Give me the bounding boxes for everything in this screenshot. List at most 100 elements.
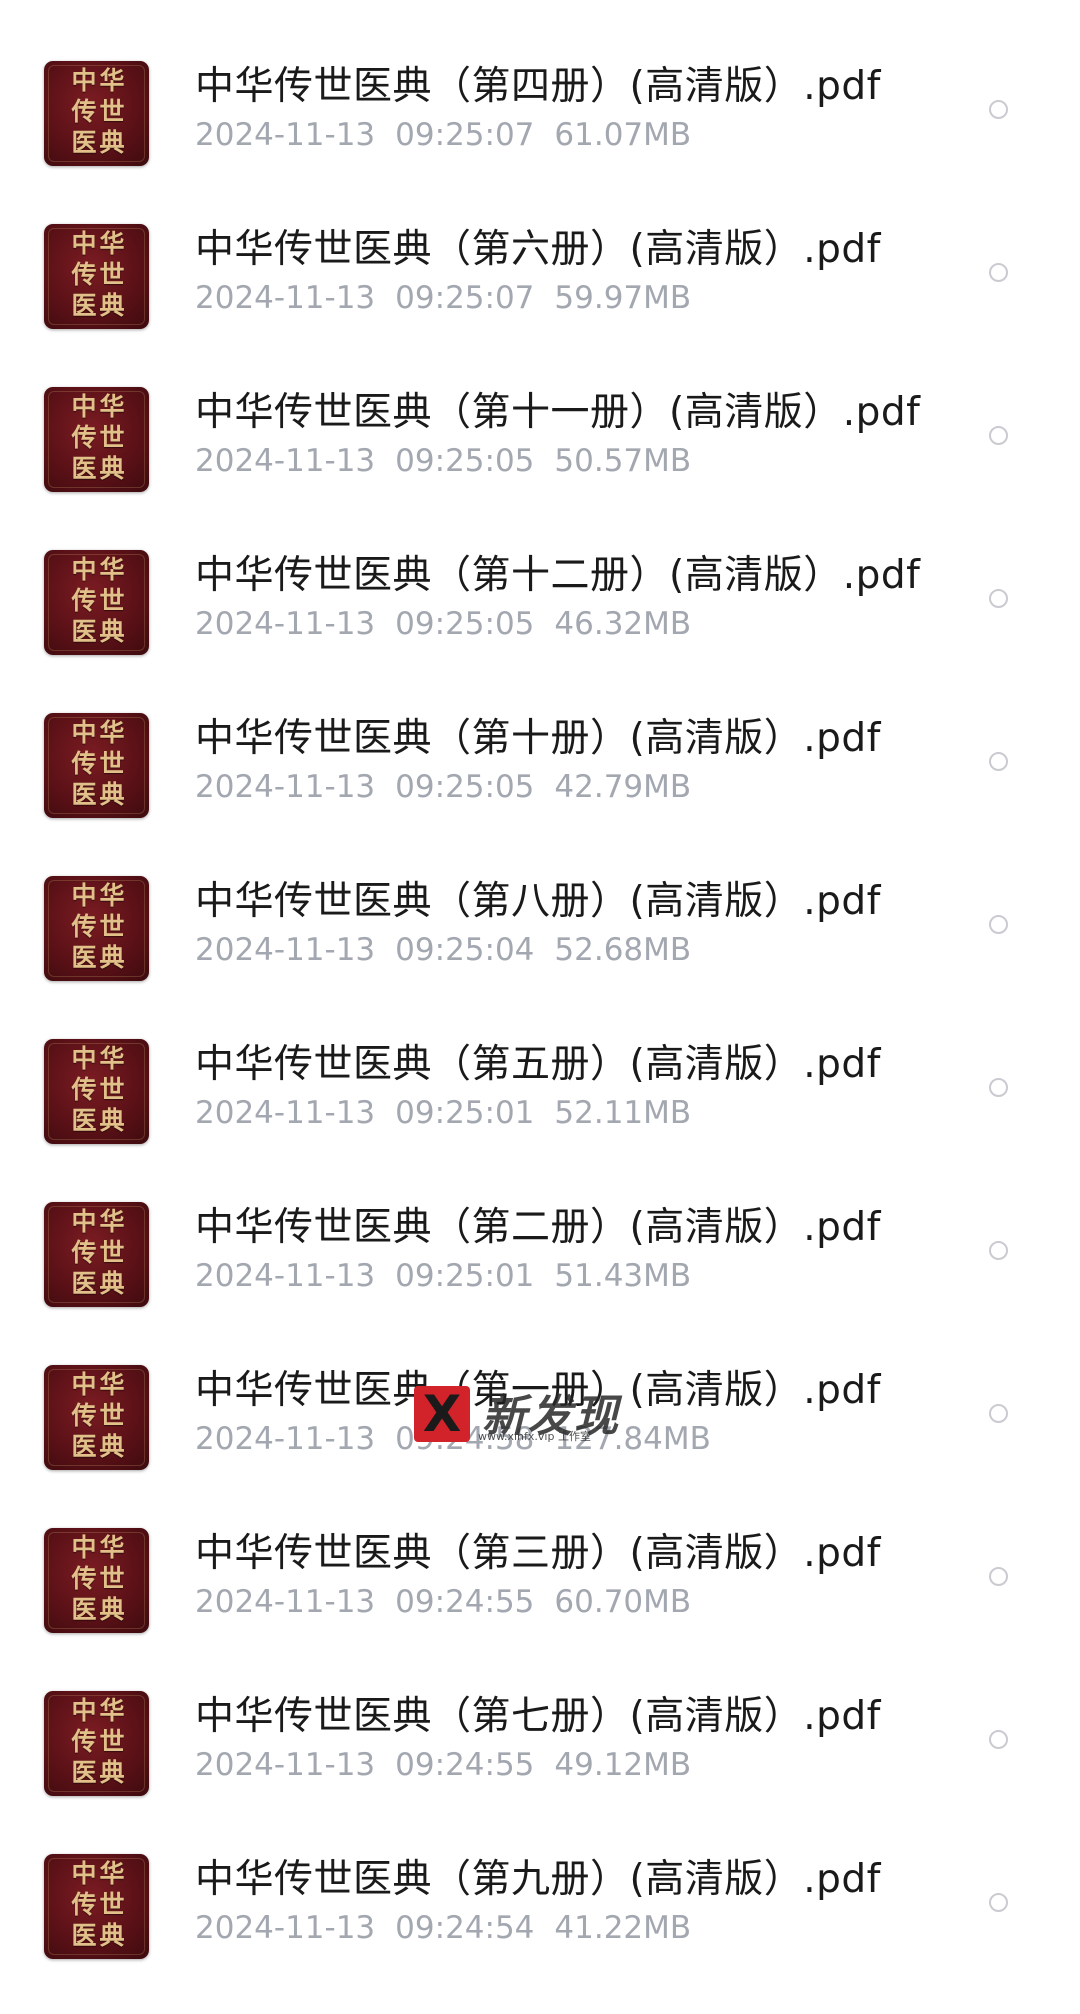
select-radio[interactable] — [989, 263, 1008, 282]
cover-glyph: 华 — [99, 1696, 125, 1725]
cover-glyph: 华 — [99, 1044, 125, 1073]
cover-glyph: 传 — [71, 1564, 97, 1593]
cover-glyph: 中 — [71, 229, 97, 258]
file-size: 61.07MB — [554, 117, 692, 153]
cover-glyph: 传 — [71, 1401, 97, 1430]
file-name: 中华传世医典（第八册）(高清版）.pdf — [195, 879, 881, 924]
file-meta: 2024-11-13 09:24:55 60.70MB — [195, 1582, 691, 1622]
select-radio[interactable] — [989, 426, 1008, 445]
cover-glyph: 华 — [99, 229, 125, 258]
file-row[interactable]: 中 华 传 世 医 典 中华传世医典（第九册）(高清版）.pdf 2024-11… — [0, 1851, 1080, 2014]
cover-glyph: 传 — [71, 1238, 97, 1267]
file-row[interactable]: 中 华 传 世 医 典 中华传世医典（第六册）(高清版）.pdf 2024-11… — [0, 221, 1080, 384]
file-meta: 2024-11-13 09:25:07 61.07MB — [195, 115, 691, 155]
file-size: 127.84MB — [554, 1421, 711, 1457]
cover-glyph: 华 — [99, 1207, 125, 1236]
file-date: 2024-11-13 — [195, 1421, 376, 1457]
file-meta: 2024-11-13 09:25:04 52.68MB — [195, 930, 691, 970]
cover-glyph: 医 — [71, 943, 97, 972]
file-date: 2024-11-13 — [195, 1258, 376, 1294]
file-name: 中华传世医典（第七册）(高清版）.pdf — [195, 1694, 881, 1739]
cover-glyph: 华 — [99, 555, 125, 584]
file-name: 中华传世医典（第四册）(高清版）.pdf — [195, 64, 881, 109]
file-row[interactable]: 中 华 传 世 医 典 中华传世医典（第十册）(高清版）.pdf 2024-11… — [0, 710, 1080, 873]
cover-glyph: 中 — [71, 1533, 97, 1562]
cover-glyph: 传 — [71, 260, 97, 289]
file-row[interactable]: 中 华 传 世 医 典 中华传世医典（第二册）(高清版）.pdf 2024-11… — [0, 1199, 1080, 1362]
book-cover-thumbnail: 中 华 传 世 医 典 — [44, 550, 149, 655]
select-radio[interactable] — [989, 1241, 1008, 1260]
select-radio[interactable] — [989, 589, 1008, 608]
book-cover-thumbnail: 中 华 传 世 医 典 — [44, 876, 149, 981]
book-cover-thumbnail: 中 华 传 世 医 典 — [44, 61, 149, 166]
book-cover-thumbnail: 中 华 传 世 医 典 — [44, 713, 149, 818]
file-meta: 2024-11-13 09:24:55 49.12MB — [195, 1745, 691, 1785]
select-radio[interactable] — [989, 1730, 1008, 1749]
file-size: 49.12MB — [554, 1747, 692, 1783]
file-size: 51.43MB — [554, 1258, 692, 1294]
file-time: 09:24:58 — [395, 1421, 535, 1457]
file-meta: 2024-11-13 09:24:58 127.84MB — [195, 1419, 711, 1459]
cover-glyph: 传 — [71, 1890, 97, 1919]
select-radio[interactable] — [989, 1567, 1008, 1586]
select-radio[interactable] — [989, 1893, 1008, 1912]
cover-glyph: 世 — [99, 1238, 125, 1267]
select-radio[interactable] — [989, 100, 1008, 119]
file-time: 09:25:07 — [395, 117, 535, 153]
cover-glyph: 医 — [71, 291, 97, 320]
file-time: 09:24:54 — [395, 1910, 535, 1946]
file-name: 中华传世医典（第三册）(高清版）.pdf — [195, 1531, 881, 1576]
cover-glyph: 华 — [99, 881, 125, 910]
book-cover-thumbnail: 中 华 传 世 医 典 — [44, 387, 149, 492]
cover-glyph: 中 — [71, 718, 97, 747]
cover-glyph: 世 — [99, 749, 125, 778]
cover-glyph: 华 — [99, 1370, 125, 1399]
file-row[interactable]: 中 华 传 世 医 典 中华传世医典（第七册）(高清版）.pdf 2024-11… — [0, 1688, 1080, 1851]
file-date: 2024-11-13 — [195, 443, 376, 479]
file-meta: 2024-11-13 09:25:05 42.79MB — [195, 767, 691, 807]
file-row[interactable]: 中 华 传 世 医 典 中华传世医典（第八册）(高清版）.pdf 2024-11… — [0, 873, 1080, 1036]
book-cover-thumbnail: 中 华 传 世 医 典 — [44, 1365, 149, 1470]
select-radio[interactable] — [989, 1078, 1008, 1097]
file-size: 52.11MB — [554, 1095, 692, 1131]
file-name: 中华传世医典（第五册）(高清版）.pdf — [195, 1042, 881, 1087]
file-row[interactable]: 中 华 传 世 医 典 中华传世医典（第一册）(高清版）.pdf 2024-11… — [0, 1362, 1080, 1525]
book-cover-thumbnail: 中 华 传 世 医 典 — [44, 1039, 149, 1144]
file-size: 41.22MB — [554, 1910, 692, 1946]
cover-glyph: 医 — [71, 1106, 97, 1135]
file-name: 中华传世医典（第十册）(高清版）.pdf — [195, 716, 881, 761]
cover-glyph: 典 — [99, 617, 125, 646]
file-date: 2024-11-13 — [195, 1910, 376, 1946]
cover-glyph: 中 — [71, 1044, 97, 1073]
file-date: 2024-11-13 — [195, 280, 376, 316]
file-meta: 2024-11-13 09:25:07 59.97MB — [195, 278, 691, 318]
file-row[interactable]: 中 华 传 世 医 典 中华传世医典（第十二册）(高清版）.pdf 2024-1… — [0, 547, 1080, 710]
file-date: 2024-11-13 — [195, 1095, 376, 1131]
file-row[interactable]: 中 华 传 世 医 典 中华传世医典（第三册）(高清版）.pdf 2024-11… — [0, 1525, 1080, 1688]
select-radio[interactable] — [989, 1404, 1008, 1423]
cover-glyph: 世 — [99, 260, 125, 289]
cover-glyph: 传 — [71, 1727, 97, 1756]
file-time: 09:24:55 — [395, 1747, 535, 1783]
cover-glyph: 世 — [99, 1890, 125, 1919]
cover-glyph: 传 — [71, 749, 97, 778]
book-cover-thumbnail: 中 华 传 世 医 典 — [44, 1528, 149, 1633]
book-cover-thumbnail: 中 华 传 世 医 典 — [44, 224, 149, 329]
file-row[interactable]: 中 华 传 世 医 典 中华传世医典（第十一册）(高清版）.pdf 2024-1… — [0, 384, 1080, 547]
file-name: 中华传世医典（第十一册）(高清版）.pdf — [195, 390, 921, 435]
file-time: 09:25:01 — [395, 1258, 535, 1294]
select-radio[interactable] — [989, 915, 1008, 934]
cover-glyph: 医 — [71, 617, 97, 646]
select-radio[interactable] — [989, 752, 1008, 771]
cover-glyph: 典 — [99, 454, 125, 483]
file-size: 52.68MB — [554, 932, 692, 968]
file-date: 2024-11-13 — [195, 606, 376, 642]
file-time: 09:25:01 — [395, 1095, 535, 1131]
cover-glyph: 世 — [99, 586, 125, 615]
file-name: 中华传世医典（第一册）(高清版）.pdf — [195, 1368, 881, 1413]
file-time: 09:25:04 — [395, 932, 535, 968]
file-date: 2024-11-13 — [195, 117, 376, 153]
file-row[interactable]: 中 华 传 世 医 典 中华传世医典（第五册）(高清版）.pdf 2024-11… — [0, 1036, 1080, 1199]
file-row[interactable]: 中 华 传 世 医 典 中华传世医典（第四册）(高清版）.pdf 2024-11… — [0, 58, 1080, 221]
file-meta: 2024-11-13 09:25:01 52.11MB — [195, 1093, 691, 1133]
